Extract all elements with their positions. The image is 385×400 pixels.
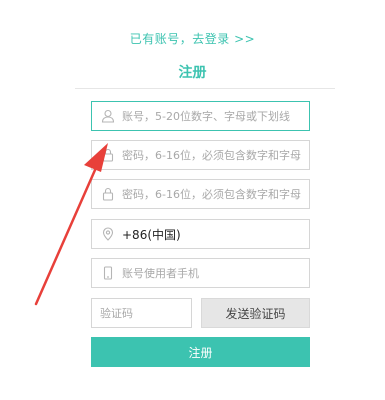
region-value: +86(中国) [122, 227, 181, 242]
register-button[interactable]: 注册 [91, 337, 310, 367]
login-link[interactable]: 已有账号，去登录 >> [0, 30, 385, 47]
phone-input[interactable] [122, 266, 309, 280]
location-icon [100, 226, 116, 242]
phone-field[interactable] [91, 258, 310, 288]
phone-icon [100, 265, 116, 281]
verification-code-field[interactable] [91, 298, 192, 328]
lock-icon [100, 186, 116, 202]
password-input[interactable] [122, 148, 309, 162]
page-title: 注册 [178, 65, 207, 81]
confirm-password-input[interactable] [122, 187, 309, 201]
user-icon [100, 108, 116, 124]
send-code-button[interactable]: 发送验证码 [201, 298, 310, 328]
confirm-password-field[interactable] [91, 179, 310, 209]
register-page: 已有账号，去登录 >> 注册 账号，5-20位数字、字母或下划线 密码，6-16… [0, 0, 385, 400]
lock-icon [100, 147, 116, 163]
region-select[interactable]: +86(中国) [91, 219, 310, 249]
password-field[interactable] [91, 140, 310, 170]
verification-code-input[interactable] [100, 306, 191, 320]
account-input[interactable] [122, 109, 309, 123]
title-divider [75, 88, 335, 89]
account-field[interactable] [91, 101, 310, 131]
